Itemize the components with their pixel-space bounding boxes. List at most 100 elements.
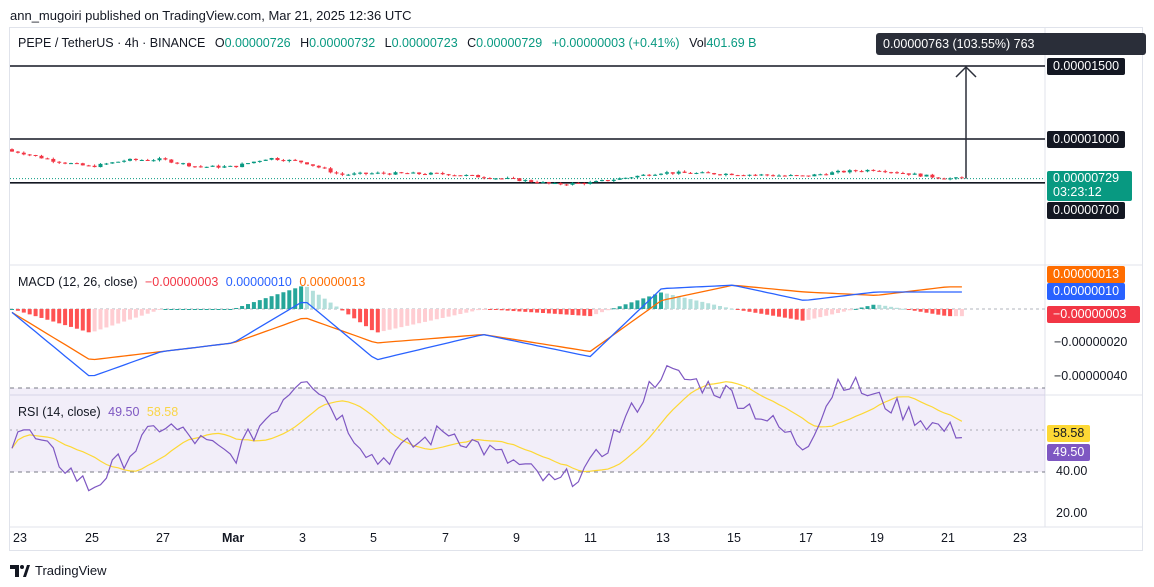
macd-histogram-bar bbox=[741, 309, 746, 311]
macd-histogram-bar bbox=[753, 309, 758, 313]
macd-histogram-bar bbox=[847, 309, 852, 311]
candle-body bbox=[417, 172, 422, 175]
volume-label: Vol bbox=[689, 36, 707, 50]
macd-histogram-bar bbox=[352, 309, 357, 319]
macd-histogram-bar bbox=[546, 309, 551, 314]
candle-body bbox=[836, 170, 840, 173]
candle-body bbox=[942, 178, 947, 180]
candle-body bbox=[623, 177, 628, 179]
macd-signal-badge: 0.00000013 bbox=[1047, 266, 1126, 283]
candle-body bbox=[647, 174, 652, 176]
macd-histogram-bar bbox=[27, 309, 32, 315]
macd-histogram-bar bbox=[694, 300, 699, 309]
macd-legend: MACD (12, 26, close) −0.00000003 0.00000… bbox=[18, 275, 365, 289]
candle-body bbox=[670, 172, 675, 174]
candle-body bbox=[139, 159, 144, 161]
rsi-value: 49.50 bbox=[108, 405, 140, 419]
macd-histogram-bar bbox=[777, 309, 781, 317]
macd-histogram-bar bbox=[340, 309, 345, 311]
macd-histogram-bar bbox=[865, 306, 870, 309]
macd-histogram-bar bbox=[499, 309, 504, 311]
macd-histogram-bar bbox=[635, 300, 640, 309]
candle-body bbox=[824, 174, 829, 176]
macd-histogram-bar bbox=[871, 304, 876, 309]
candle-body bbox=[682, 171, 687, 173]
macd-histogram-bar bbox=[210, 309, 215, 310]
candle-body bbox=[80, 163, 85, 166]
macd-histogram-bar bbox=[399, 309, 404, 328]
candle-body bbox=[906, 173, 911, 175]
candle-body bbox=[735, 175, 740, 177]
candle-body bbox=[511, 177, 516, 179]
macd-histogram-bar bbox=[924, 309, 929, 313]
macd-signal-value: 0.00000013 bbox=[299, 275, 366, 289]
macd-histogram-bar bbox=[122, 309, 127, 322]
candle-body bbox=[641, 174, 646, 176]
price-level-1000-badge[interactable]: 0.00001000 bbox=[1047, 131, 1126, 148]
candle-body bbox=[204, 166, 209, 168]
candle-body bbox=[86, 165, 91, 167]
macd-histogram-bar bbox=[771, 309, 776, 316]
macd-histogram-bar bbox=[482, 309, 486, 310]
macd-histogram-bar bbox=[257, 300, 262, 309]
candle-body bbox=[216, 165, 221, 168]
macd-histogram-bar bbox=[305, 286, 309, 309]
macd-histogram-bar bbox=[364, 309, 368, 327]
macd-histogram-bar bbox=[381, 309, 386, 332]
candle-body bbox=[387, 173, 392, 175]
macd-histogram-bar bbox=[328, 302, 333, 309]
bar-countdown: 03:23:12 bbox=[1053, 185, 1102, 199]
time-tick-label: 13 bbox=[656, 531, 670, 545]
candle-body bbox=[352, 173, 357, 175]
macd-tick-neg40: −0.00000040 bbox=[1054, 369, 1128, 383]
time-tick-label: 3 bbox=[299, 531, 306, 545]
macd-histogram-bar bbox=[21, 309, 26, 313]
candle-body bbox=[812, 174, 817, 177]
chart-canvas[interactable] bbox=[0, 0, 1154, 587]
macd-histogram-bar bbox=[735, 309, 740, 310]
macd-title[interactable]: MACD (12, 26, close) bbox=[18, 275, 137, 289]
change-value: +0.00000003 (+0.41%) bbox=[551, 36, 680, 50]
macd-histogram-bar bbox=[275, 294, 280, 309]
low-label: L bbox=[384, 36, 392, 50]
macd-histogram-bar bbox=[181, 309, 186, 310]
macd-histogram-bar bbox=[723, 307, 728, 309]
macd-histogram-bar bbox=[452, 309, 457, 316]
macd-histogram-bar bbox=[476, 309, 481, 311]
rsi-title[interactable]: RSI (14, close) bbox=[18, 405, 101, 419]
macd-histogram-bar bbox=[263, 298, 268, 309]
macd-histogram-bar bbox=[511, 309, 516, 312]
macd-hist-badge: −0.00000003 bbox=[1047, 306, 1140, 323]
candle-body bbox=[446, 174, 451, 176]
macd-histogram-bar bbox=[883, 305, 888, 309]
macd-histogram-bar bbox=[959, 309, 964, 317]
candle-body bbox=[240, 163, 245, 168]
overlay-layer bbox=[955, 65, 977, 179]
macd-histogram-bar bbox=[954, 309, 958, 317]
candle-body bbox=[605, 180, 610, 182]
candle-body bbox=[729, 173, 734, 176]
candle-body bbox=[588, 182, 593, 184]
macd-histogram-bar bbox=[664, 293, 669, 309]
macd-histogram-bar bbox=[765, 309, 770, 315]
macd-histogram-bar bbox=[57, 309, 62, 324]
macd-histogram-bar bbox=[269, 296, 274, 309]
candle-body bbox=[523, 180, 528, 182]
macd-histogram-bar bbox=[942, 309, 947, 316]
macd-histogram-bar bbox=[228, 309, 233, 310]
candle-body bbox=[104, 163, 109, 165]
candle-body bbox=[818, 174, 823, 176]
macd-histogram-bar bbox=[157, 309, 162, 310]
candle-body bbox=[63, 162, 68, 164]
macd-histogram-bar bbox=[788, 309, 793, 319]
candle-body bbox=[741, 175, 746, 177]
macd-line bbox=[11, 284, 962, 377]
price-level-1500-badge[interactable]: 0.00001500 bbox=[1047, 58, 1126, 75]
high-label: H bbox=[300, 36, 310, 50]
candle-body bbox=[234, 165, 239, 168]
symbol-name[interactable]: PEPE / TetherUS · 4h · BINANCE bbox=[18, 36, 205, 50]
macd-histogram-bar bbox=[900, 308, 905, 310]
macd-histogram-bar bbox=[316, 294, 321, 309]
symbol-legend: PEPE / TetherUS · 4h · BINANCE O0.000007… bbox=[18, 36, 757, 50]
price-level-700-badge[interactable]: 0.00000700 bbox=[1047, 202, 1126, 219]
